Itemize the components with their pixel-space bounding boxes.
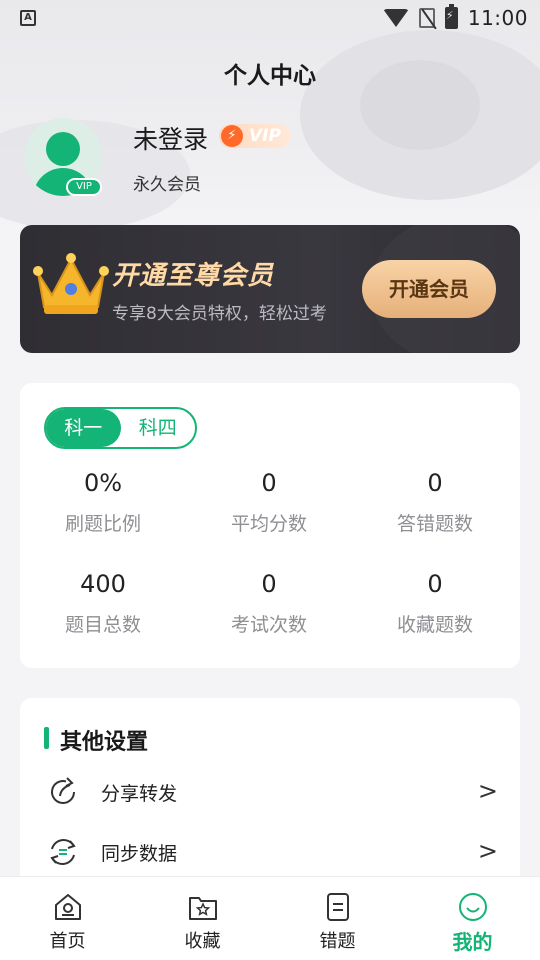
wifi-icon <box>382 9 409 27</box>
vip-tag: ⚡ VIP <box>219 124 291 148</box>
sync-icon <box>50 839 76 865</box>
accessibility-icon: A <box>20 10 36 26</box>
settings-row-label: 分享转发 <box>101 783 178 805</box>
chevron-right-icon: > <box>477 837 498 865</box>
page-title: 个人中心 <box>224 63 316 89</box>
subject-tabs: 科一 科四 <box>44 407 197 449</box>
section-accent-bar <box>44 727 49 749</box>
tab-subject-four[interactable]: 科四 <box>121 409 196 447</box>
stats-card: 科一 科四 0% 刷题比例 0 平均分数 0 答错题数 400 题目总数 0 考… <box>20 383 520 668</box>
stat-value: 0 <box>427 469 443 497</box>
bottom-nav: 首页 收藏 错题 我的 <box>0 876 540 960</box>
banner-subtitle: 专享8大会员特权，轻松过考 <box>112 304 327 324</box>
status-time: 11:00 <box>467 6 528 30</box>
member-status: 永久会员 <box>133 175 201 195</box>
favorites-folder-icon <box>188 897 217 920</box>
stat-progress-ratio: 0% 刷题比例 <box>20 469 186 536</box>
nav-item-mistakes[interactable]: 错题 <box>270 877 405 960</box>
battery-charging-icon <box>444 4 458 29</box>
stat-exam-count: 0 考试次数 <box>186 570 352 637</box>
nav-label: 错题 <box>319 931 356 952</box>
stat-value: 0 <box>261 469 277 497</box>
stat-favorites-count: 0 收藏题数 <box>352 570 518 637</box>
settings-row-share[interactable]: 分享转发 > <box>20 765 520 821</box>
tab-subject-one[interactable]: 科一 <box>46 409 121 447</box>
stat-label: 平均分数 <box>230 513 307 535</box>
stat-label: 刷题比例 <box>64 513 141 535</box>
stat-label: 考试次数 <box>230 614 307 636</box>
home-icon <box>54 894 81 920</box>
nav-label: 我的 <box>452 930 493 954</box>
settings-title: 其他设置 <box>60 730 149 755</box>
status-bar: A 11:00 <box>0 0 540 36</box>
stat-value: 0 <box>261 570 277 598</box>
avatar-vip-badge: VIP <box>66 178 102 196</box>
share-icon <box>51 777 75 804</box>
crown-icon <box>33 253 109 314</box>
settings-card: 其他设置 分享转发 > 同步数据 > <box>20 698 520 898</box>
settings-row-label: 同步数据 <box>101 843 178 865</box>
no-sim-icon <box>418 8 435 28</box>
stat-label: 收藏题数 <box>396 614 473 636</box>
stat-average-score: 0 平均分数 <box>186 469 352 536</box>
stat-wrong-count: 0 答错题数 <box>352 469 518 536</box>
stat-value: 0 <box>427 570 443 598</box>
stat-total-questions: 400 题目总数 <box>20 570 186 637</box>
vip-banner[interactable]: 开通至尊会员 专享8大会员特权，轻松过考 开通会员 <box>20 225 520 353</box>
document-icon <box>326 893 349 921</box>
chevron-right-icon: > <box>477 777 498 805</box>
nav-label: 收藏 <box>184 931 221 952</box>
stat-label: 题目总数 <box>64 614 141 636</box>
stat-label: 答错题数 <box>396 513 473 535</box>
banner-title: 开通至尊会员 <box>112 261 275 291</box>
user-name[interactable]: 未登录 <box>133 120 208 156</box>
smile-profile-icon <box>458 893 487 921</box>
stat-value: 0% <box>83 469 123 497</box>
nav-item-favorites[interactable]: 收藏 <box>135 877 270 960</box>
settings-row-sync[interactable]: 同步数据 > <box>20 825 520 881</box>
stat-value: 400 <box>80 570 126 598</box>
nav-item-mine[interactable]: 我的 <box>405 877 540 960</box>
nav-label: 首页 <box>49 931 86 952</box>
vip-tag-label: VIP <box>249 126 281 146</box>
lightning-icon: ⚡ <box>221 125 243 147</box>
open-membership-button[interactable]: 开通会员 <box>362 260 496 318</box>
nav-item-home[interactable]: 首页 <box>0 877 135 960</box>
